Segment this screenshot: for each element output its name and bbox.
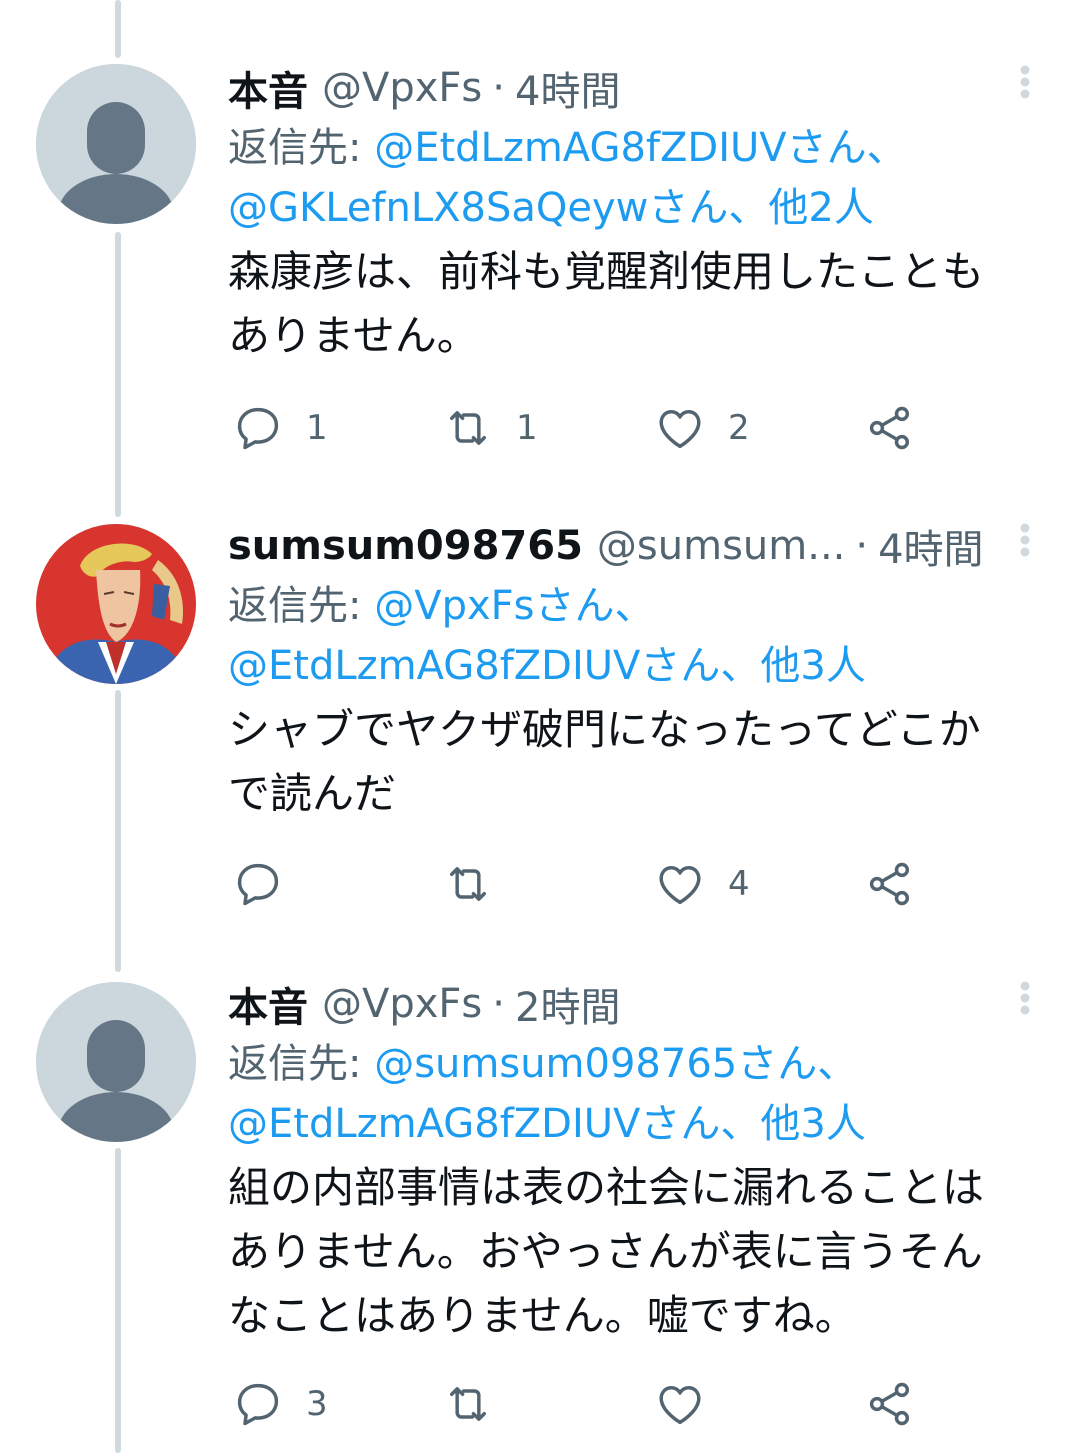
reply-icon: [237, 863, 279, 906]
retweet-count: 1: [516, 408, 538, 448]
share-button[interactable]: [864, 398, 916, 458]
tweet-actions: 3: [228, 1374, 928, 1434]
heart-icon: [659, 1386, 701, 1425]
share-button[interactable]: [864, 1374, 916, 1434]
replying-to: 返信先: @EtdLzmAG8fZDIUVさん、 @GKLefnLX8SaQey…: [228, 118, 1040, 238]
reply-count: 1: [306, 408, 328, 448]
tweet-header: sumsum098765 @sumsum... · 4時間: [228, 516, 1040, 576]
retweet-icon: [450, 1387, 486, 1421]
illustrated-portrait-avatar[interactable]: [36, 524, 196, 684]
like-count: 2: [728, 408, 750, 448]
like-count: 4: [728, 864, 750, 904]
reply-mentions[interactable]: @EtdLzmAG8fZDIUVさん、他3人: [228, 1101, 866, 1147]
tweet-text-line: 森康彦は、前科も覚醒剤使用したことも: [228, 247, 985, 296]
display-name[interactable]: 本音: [228, 59, 308, 117]
share-button[interactable]: [864, 854, 916, 914]
tweet[interactable]: 本音 @VpxFs · 4時間 返信先: @EtdLzmAG8fZDIUVさん、…: [228, 58, 1040, 368]
reply-mentions[interactable]: @GKLefnLX8SaQeywさん、他2人: [228, 185, 874, 231]
separator-dot: ·: [855, 523, 869, 569]
display-name[interactable]: 本音: [228, 975, 308, 1033]
reply-icon: [237, 407, 279, 450]
tweet-header: 本音 @VpxFs · 2時間: [228, 974, 1040, 1034]
reply-button[interactable]: 3: [232, 1374, 328, 1434]
thread-line: [115, 1148, 121, 1453]
retweet-button[interactable]: 1: [442, 398, 538, 458]
separator-dot: ·: [492, 65, 505, 111]
timestamp[interactable]: 2時間: [515, 975, 620, 1033]
default-avatar-icon[interactable]: [36, 64, 196, 224]
retweet-button[interactable]: [442, 1374, 516, 1434]
replying-to: 返信先: @sumsum098765さん、 @EtdLzmAG8fZDIUVさん…: [228, 1034, 1040, 1154]
tweet-text: 組の内部事情は表の社会に漏れることは ありません。おやっさんが表に言うそん なこ…: [228, 1156, 1040, 1348]
tweet-text-line: なことはありません。嘘ですね。: [228, 1291, 857, 1340]
retweet-icon: [450, 411, 486, 445]
tweet-header: 本音 @VpxFs · 4時間: [228, 58, 1040, 118]
reply-icon: [237, 1383, 279, 1426]
replying-to: 返信先: @VpxFsさん、 @EtdLzmAG8fZDIUVさん、他3人: [228, 576, 1040, 696]
display-name[interactable]: sumsum098765: [228, 523, 583, 569]
tweet-text-line: 組の内部事情は表の社会に漏れることは: [228, 1163, 985, 1212]
more-options-icon[interactable]: [1010, 62, 1040, 102]
like-button[interactable]: 4: [654, 854, 750, 914]
share-icon: [869, 406, 910, 450]
heart-icon: [659, 866, 701, 905]
more-options-icon[interactable]: [1010, 520, 1040, 560]
tweet-text-line: で読んだ: [228, 769, 397, 818]
tweet-text-line: シャブでヤクザ破門になったってどこか: [228, 705, 981, 754]
reply-count: 3: [306, 1384, 328, 1424]
like-button[interactable]: 2: [654, 398, 750, 458]
reply-label: 返信先:: [228, 583, 362, 629]
user-handle[interactable]: @VpxFs: [322, 65, 482, 111]
thread-line: [115, 232, 121, 517]
tweet-text: シャブでヤクザ破門になったってどこか で読んだ: [228, 698, 1040, 826]
separator-dot: ·: [492, 981, 505, 1027]
share-icon: [869, 1382, 910, 1426]
timestamp[interactable]: 4時間: [878, 517, 983, 575]
reply-button[interactable]: [232, 854, 306, 914]
thread-line: [115, 690, 121, 972]
reply-mentions[interactable]: @VpxFsさん、: [374, 583, 654, 629]
tweet-actions: 1 1 2: [228, 398, 928, 458]
thread-line: [115, 0, 121, 58]
default-avatar-icon[interactable]: [36, 982, 196, 1142]
heart-icon: [659, 410, 701, 449]
reply-mentions[interactable]: @EtdLzmAG8fZDIUVさん、他3人: [228, 643, 866, 689]
like-button[interactable]: [654, 1374, 728, 1434]
timestamp[interactable]: 4時間: [515, 59, 620, 117]
tweet[interactable]: 本音 @VpxFs · 2時間 返信先: @sumsum098765さん、 @E…: [228, 974, 1040, 1348]
tweet[interactable]: sumsum098765 @sumsum... · 4時間 返信先: @VpxF…: [228, 516, 1040, 826]
tweet-text: 森康彦は、前科も覚醒剤使用したことも ありません。: [228, 240, 1040, 368]
user-handle[interactable]: @VpxFs: [322, 981, 482, 1027]
tweet-text-line: ありません。: [228, 311, 479, 360]
more-options-icon[interactable]: [1010, 978, 1040, 1018]
reply-mentions[interactable]: @EtdLzmAG8fZDIUVさん、: [374, 125, 906, 171]
reply-label: 返信先:: [228, 125, 362, 171]
reply-mentions[interactable]: @sumsum098765さん、: [374, 1041, 857, 1087]
reply-button[interactable]: 1: [232, 398, 328, 458]
retweet-icon: [450, 867, 486, 901]
tweet-text-line: ありません。おやっさんが表に言うそん: [228, 1227, 983, 1276]
reply-label: 返信先:: [228, 1041, 362, 1087]
share-icon: [869, 862, 910, 906]
user-handle[interactable]: @sumsum...: [597, 523, 845, 569]
tweet-actions: 4: [228, 854, 928, 914]
retweet-button[interactable]: [442, 854, 516, 914]
